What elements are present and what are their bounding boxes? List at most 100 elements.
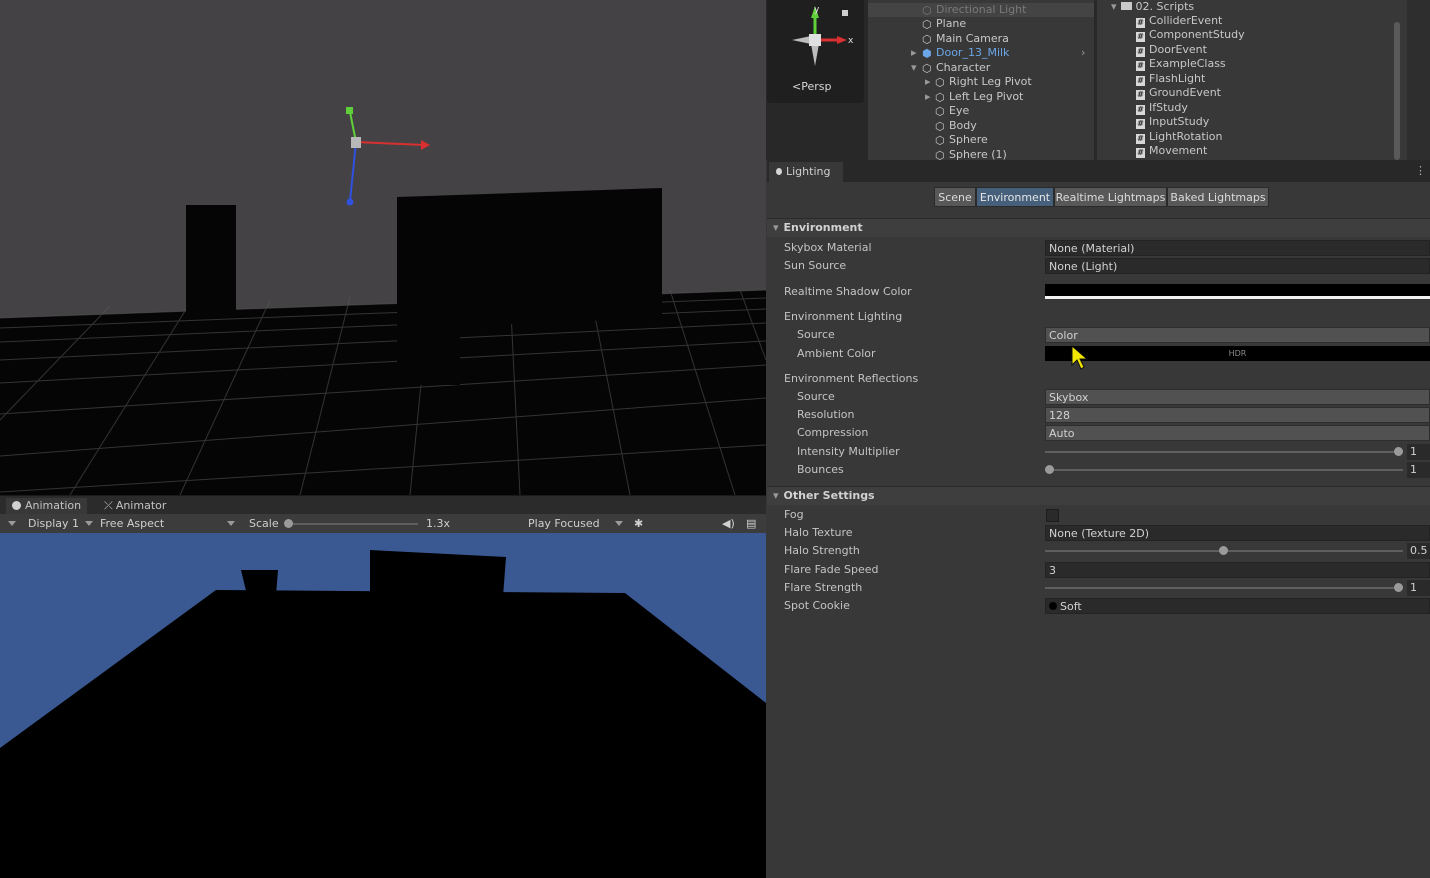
hierarchy-item[interactable]: ⬡ Main Camera	[868, 32, 1094, 46]
script-item[interactable]: # ColliderEvent	[1136, 14, 1222, 28]
clock-icon	[12, 501, 21, 510]
script-item[interactable]: # ComponentStudy	[1136, 28, 1245, 42]
resolution-dropdown[interactable]: 128	[1045, 407, 1430, 423]
move-gizmo[interactable]	[346, 107, 430, 206]
game-menu-dropdown[interactable]	[4, 515, 20, 532]
flare-fade-speed-field[interactable]: 3	[1045, 562, 1430, 578]
lightbulb-icon	[776, 168, 782, 175]
other-settings-section-header[interactable]: ▾ Other Settings	[767, 486, 1430, 505]
hierarchy-item[interactable]: ▸ ⬡ Left Leg Pivot	[868, 90, 1094, 104]
realtime-shadow-color-label: Realtime Shadow Color	[784, 285, 912, 298]
persp-toggle[interactable]: <Persp	[792, 80, 831, 93]
spot-cookie-field[interactable]: Soft	[1045, 598, 1430, 614]
intensity-slider-track[interactable]	[1045, 451, 1403, 453]
halo-strength-value-field[interactable]: 0.5	[1407, 543, 1430, 559]
flare-strength-label: Flare Strength	[784, 581, 863, 594]
script-item[interactable]: # GroundEvent	[1136, 86, 1221, 100]
chevron-down-icon	[615, 521, 623, 526]
script-item[interactable]: # InputStudy	[1136, 115, 1209, 129]
scale-slider-track[interactable]	[288, 523, 418, 525]
environment-section-header[interactable]: ▾ Environment	[767, 218, 1430, 237]
collapse-arrow-icon[interactable]: ▾	[911, 61, 917, 75]
hierarchy-item[interactable]: ⬡ Body	[868, 119, 1094, 133]
intensity-slider-knob[interactable]	[1394, 447, 1403, 456]
mute-audio-icon[interactable]: ◀)	[722, 515, 735, 532]
hierarchy-item[interactable]: ▸ ⬢ Door_13_Milk ›	[868, 46, 1094, 60]
more-menu-icon[interactable]: ⋮	[1415, 164, 1426, 177]
sun-source-field[interactable]: None (Light)	[1045, 258, 1430, 274]
hierarchy-item[interactable]: ⬡ Plane	[868, 17, 1094, 31]
scene-gizmo[interactable]: y x <Persp	[767, 0, 864, 103]
script-item[interactable]: # FlashLight	[1136, 72, 1205, 86]
tab-baked-lightmaps[interactable]: Baked Lightmaps	[1167, 187, 1269, 207]
display-dropdown[interactable]: Display 1	[28, 515, 98, 532]
scale-slider-knob[interactable]	[284, 519, 293, 528]
play-mode-dropdown[interactable]: Play Focused	[528, 515, 628, 532]
stats-icon[interactable]: ▤	[746, 515, 756, 532]
hierarchy-item[interactable]: ⬡ Eye	[868, 104, 1094, 118]
intensity-value-field[interactable]: 1	[1407, 444, 1430, 460]
gameobject-icon: ⬡	[935, 134, 945, 147]
skybox-material-field[interactable]: None (Material)	[1045, 240, 1430, 256]
tab-scene[interactable]: Scene	[934, 187, 976, 207]
shadow-color-swatch[interactable]	[1045, 284, 1430, 299]
tab-environment[interactable]: Environment	[976, 187, 1054, 207]
script-item[interactable]: # Movement	[1136, 144, 1207, 158]
gameobject-icon: ⬡	[922, 18, 932, 31]
halo-texture-field[interactable]: None (Texture 2D)	[1045, 525, 1430, 541]
chevron-right-icon[interactable]: ›	[1081, 46, 1085, 60]
hierarchy-item[interactable]: ▾ ⬡ Character	[868, 61, 1094, 75]
game-view[interactable]	[0, 533, 766, 878]
hierarchy-item[interactable]: ⬡ Directional Light	[868, 3, 1094, 17]
ambient-color-swatch[interactable]: HDR	[1045, 346, 1430, 361]
tab-animator[interactable]: ⤫ Animator	[98, 498, 172, 514]
expand-arrow-icon[interactable]: ▸	[925, 75, 931, 89]
aspect-dropdown[interactable]: Free Aspect	[100, 515, 240, 532]
gizmo-x-label: x	[848, 36, 854, 46]
pillar-object[interactable]	[186, 205, 236, 313]
script-item[interactable]: # ExampleClass	[1136, 57, 1226, 71]
script-item[interactable]: # IfStudy	[1136, 101, 1188, 115]
script-icon: #	[1136, 105, 1145, 115]
tab-animation-label: Animation	[25, 499, 82, 512]
bug-icon[interactable]: ✱	[634, 515, 643, 532]
collapse-arrow-icon[interactable]: ▾	[1111, 0, 1117, 13]
scene-canvas[interactable]	[0, 0, 766, 495]
tab-animation[interactable]: Animation	[6, 498, 88, 514]
scene-view[interactable]	[0, 0, 766, 495]
source-dropdown[interactable]: Color	[1045, 327, 1430, 343]
hierarchy-item[interactable]: ▸ ⬡ Right Leg Pivot	[868, 75, 1094, 89]
prefab-icon: ⬢	[922, 47, 932, 60]
tab-realtime-lightmaps[interactable]: Realtime Lightmaps	[1054, 187, 1167, 207]
expand-arrow-icon[interactable]: ▸	[911, 46, 917, 60]
script-item[interactable]: # LightRotation	[1136, 130, 1222, 144]
project-scrollbar[interactable]	[1394, 22, 1400, 160]
play-mode-label: Play Focused	[528, 517, 600, 530]
fog-label: Fog	[784, 508, 804, 521]
flare-strength-slider-track[interactable]	[1045, 587, 1403, 589]
inspector-edge	[1407, 0, 1430, 160]
hierarchy-item[interactable]: ⬡ Sphere	[868, 133, 1094, 147]
bounces-label: Bounces	[797, 463, 844, 476]
fog-checkbox[interactable]	[1046, 509, 1059, 522]
script-label: DoorEvent	[1149, 43, 1207, 56]
compression-dropdown[interactable]: Auto	[1045, 425, 1430, 441]
bounces-value-field[interactable]: 1	[1407, 462, 1430, 478]
reflection-source-dropdown[interactable]: Skybox	[1045, 389, 1430, 405]
flare-strength-value-field[interactable]: 1	[1407, 580, 1430, 596]
script-item[interactable]: # DoorEvent	[1136, 43, 1207, 57]
bounces-slider-track[interactable]	[1045, 469, 1403, 471]
flare-strength-slider-knob[interactable]	[1394, 583, 1403, 592]
tab-lighting[interactable]: Lighting	[769, 162, 843, 182]
hierarchy-item-label: Body	[949, 119, 977, 132]
expand-arrow-icon[interactable]: ▸	[925, 90, 931, 104]
hierarchy-panel: ⬡ Directional Light ⬡ Plane ⬡ Main Camera ▸…	[868, 0, 1094, 162]
folder-item[interactable]: ▾ 02. Scripts	[1111, 0, 1194, 14]
gameobject-icon: ⬡	[935, 105, 945, 118]
sun-source-label: Sun Source	[784, 259, 847, 272]
game-toolbar: Display 1 Free Aspect Scale 1.3x Play Fo…	[0, 514, 766, 534]
bounces-slider-knob[interactable]	[1045, 465, 1054, 474]
halo-strength-slider-knob[interactable]	[1219, 546, 1228, 555]
hierarchy-item-label: Main Camera	[936, 32, 1009, 45]
gameobject-icon: ⬡	[935, 120, 945, 133]
